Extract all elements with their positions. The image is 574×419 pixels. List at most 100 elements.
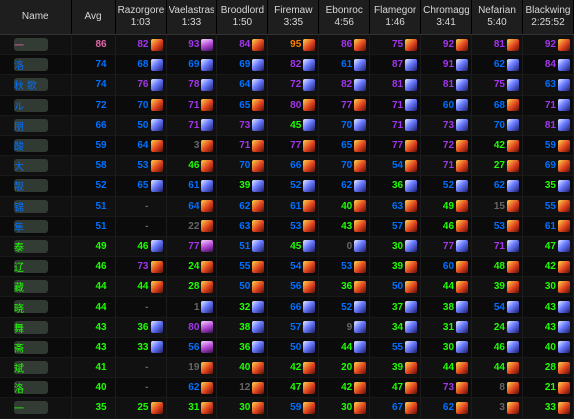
boss-parse-cell[interactable]: 30 <box>420 337 473 359</box>
boss-parse-cell[interactable]: 54 <box>471 296 523 318</box>
boss-parse-cell[interactable]: 84 <box>522 54 574 76</box>
boss-parse-cell[interactable]: 80 <box>166 317 218 338</box>
boss-parse-cell[interactable]: 36 <box>115 317 167 338</box>
boss-parse-cell[interactable]: 47 <box>369 377 422 399</box>
boss-parse-cell[interactable]: 71 <box>471 236 523 258</box>
boss-parse-cell[interactable]: 63 <box>522 74 574 96</box>
boss-parse-cell[interactable]: 72 <box>420 135 473 157</box>
boss-parse-cell[interactable]: 40 <box>216 357 269 379</box>
boss-parse-cell[interactable]: 82 <box>267 54 320 76</box>
boss-parse-cell[interactable]: 31 <box>420 317 473 338</box>
boss-parse-cell[interactable]: 40 <box>522 337 574 359</box>
player-name-cell[interactable]: 洛 <box>0 54 72 76</box>
boss-parse-cell[interactable]: 27 <box>471 155 523 177</box>
boss-parse-cell[interactable]: 33 <box>522 397 574 419</box>
player-name-cell[interactable]: 泰 <box>0 236 72 258</box>
boss-parse-cell[interactable]: 40 <box>318 196 371 217</box>
boss-parse-cell[interactable]: 44 <box>420 276 473 298</box>
boss-parse-cell[interactable]: 57 <box>369 216 422 237</box>
player-name-cell[interactable]: ル <box>0 95 72 116</box>
boss-parse-cell[interactable]: 62 <box>420 397 473 419</box>
boss-column-header-ebonroc[interactable]: Ebonroc 4:56 <box>318 0 371 35</box>
boss-parse-cell[interactable]: 62 <box>318 175 371 197</box>
boss-parse-cell[interactable]: 44 <box>318 337 371 359</box>
boss-parse-cell[interactable]: 47 <box>267 377 320 399</box>
boss-parse-cell[interactable]: 64 <box>166 196 218 217</box>
boss-parse-cell[interactable]: 54 <box>267 256 320 278</box>
boss-parse-cell[interactable]: 87 <box>369 54 422 76</box>
boss-column-header-blackwing[interactable]: Blackwing 2:25:52 <box>522 0 574 35</box>
boss-parse-cell[interactable]: 42 <box>471 135 523 157</box>
boss-parse-cell[interactable]: 77 <box>166 236 218 258</box>
boss-parse-cell[interactable]: 64 <box>115 135 167 157</box>
boss-parse-cell[interactable]: 0 <box>318 236 371 258</box>
avg-column-header[interactable]: Avg <box>71 0 116 35</box>
boss-parse-cell[interactable]: 36 <box>216 337 269 359</box>
boss-parse-cell[interactable]: 30 <box>216 397 269 419</box>
boss-parse-cell[interactable]: 50 <box>115 115 167 136</box>
boss-parse-cell[interactable]: - <box>115 196 167 217</box>
boss-parse-cell[interactable]: 34 <box>369 317 422 338</box>
boss-parse-cell[interactable]: 39 <box>216 175 269 197</box>
boss-parse-cell[interactable]: 54 <box>369 155 422 177</box>
boss-parse-cell[interactable]: 65 <box>318 135 371 157</box>
boss-parse-cell[interactable]: 45 <box>267 236 320 258</box>
table-row[interactable]: 一 35 25 31 30 59 30 67 62 3 33 <box>0 397 574 419</box>
boss-column-header-nefarian[interactable]: Nefarian 5:40 <box>471 0 523 35</box>
boss-parse-cell[interactable]: 43 <box>318 216 371 237</box>
table-row[interactable]: 洛 40 - 62 12 47 42 47 73 8 21 <box>0 377 574 399</box>
boss-column-header-chromaggus[interactable]: Chromaggus3:41 <box>420 0 473 35</box>
boss-parse-cell[interactable]: 71 <box>216 135 269 157</box>
boss-parse-cell[interactable]: 69 <box>166 54 218 76</box>
boss-parse-cell[interactable]: 53 <box>318 256 371 278</box>
boss-parse-cell[interactable]: 84 <box>216 34 269 56</box>
boss-parse-cell[interactable]: 80 <box>267 95 320 116</box>
boss-parse-cell[interactable]: 38 <box>216 317 269 338</box>
table-row[interactable]: 藏 44 44 28 50 56 36 50 44 39 30 <box>0 276 574 298</box>
boss-parse-cell[interactable]: 61 <box>318 54 371 76</box>
boss-parse-cell[interactable]: 69 <box>216 54 269 76</box>
player-name-cell[interactable]: 斌 <box>0 357 72 379</box>
boss-parse-cell[interactable]: 35 <box>522 175 574 197</box>
table-row[interactable]: 舞 43 36 80 38 57 9 34 31 24 43 <box>0 317 574 338</box>
boss-column-header-broodlord[interactable]: Broodlord 1:50 <box>216 0 269 35</box>
boss-column-header-vaelastrasz[interactable]: Vaelastrasz1:33 <box>166 0 218 35</box>
boss-parse-cell[interactable]: 50 <box>267 337 320 359</box>
boss-parse-cell[interactable]: 45 <box>267 115 320 136</box>
boss-parse-cell[interactable]: 15 <box>471 196 523 217</box>
boss-parse-cell[interactable]: 28 <box>522 357 574 379</box>
boss-parse-cell[interactable]: 39 <box>369 256 422 278</box>
boss-parse-cell[interactable]: 31 <box>166 397 218 419</box>
boss-parse-cell[interactable]: 46 <box>166 155 218 177</box>
table-row[interactable]: 朋 66 50 71 73 45 70 71 73 70 81 <box>0 115 574 136</box>
boss-parse-cell[interactable]: 63 <box>369 196 422 217</box>
player-name-cell[interactable]: 靓 <box>0 175 72 197</box>
boss-parse-cell[interactable]: 62 <box>471 54 523 76</box>
boss-parse-cell[interactable]: 55 <box>369 337 422 359</box>
boss-parse-cell[interactable]: 9 <box>318 317 371 338</box>
boss-parse-cell[interactable]: 92 <box>420 34 473 56</box>
boss-parse-cell[interactable]: 19 <box>166 357 218 379</box>
boss-parse-cell[interactable]: 75 <box>369 34 422 56</box>
boss-parse-cell[interactable]: 68 <box>115 54 167 76</box>
boss-parse-cell[interactable]: 71 <box>369 115 422 136</box>
player-name-cell[interactable]: 藏 <box>0 276 72 298</box>
boss-parse-cell[interactable]: 3 <box>471 397 523 419</box>
boss-parse-cell[interactable]: 65 <box>216 95 269 116</box>
boss-parse-cell[interactable]: 36 <box>369 175 422 197</box>
boss-parse-cell[interactable]: 24 <box>471 317 523 338</box>
player-name-cell[interactable]: 晓 <box>0 296 72 318</box>
boss-parse-cell[interactable]: 60 <box>420 95 473 116</box>
table-row[interactable]: 大 58 53 46 70 66 70 54 71 27 69 <box>0 155 574 177</box>
boss-parse-cell[interactable]: 44 <box>471 357 523 379</box>
boss-parse-cell[interactable]: 55 <box>216 256 269 278</box>
boss-parse-cell[interactable]: 12 <box>216 377 269 399</box>
boss-parse-cell[interactable]: 69 <box>522 155 574 177</box>
boss-parse-cell[interactable]: 71 <box>522 95 574 116</box>
boss-parse-cell[interactable]: 77 <box>420 236 473 258</box>
boss-column-header-razorgore[interactable]: Razorgore 1:03 <box>115 0 167 35</box>
boss-parse-cell[interactable]: 73 <box>115 256 167 278</box>
boss-parse-cell[interactable]: 22 <box>166 216 218 237</box>
boss-parse-cell[interactable]: 65 <box>115 175 167 197</box>
boss-parse-cell[interactable]: 70 <box>471 115 523 136</box>
